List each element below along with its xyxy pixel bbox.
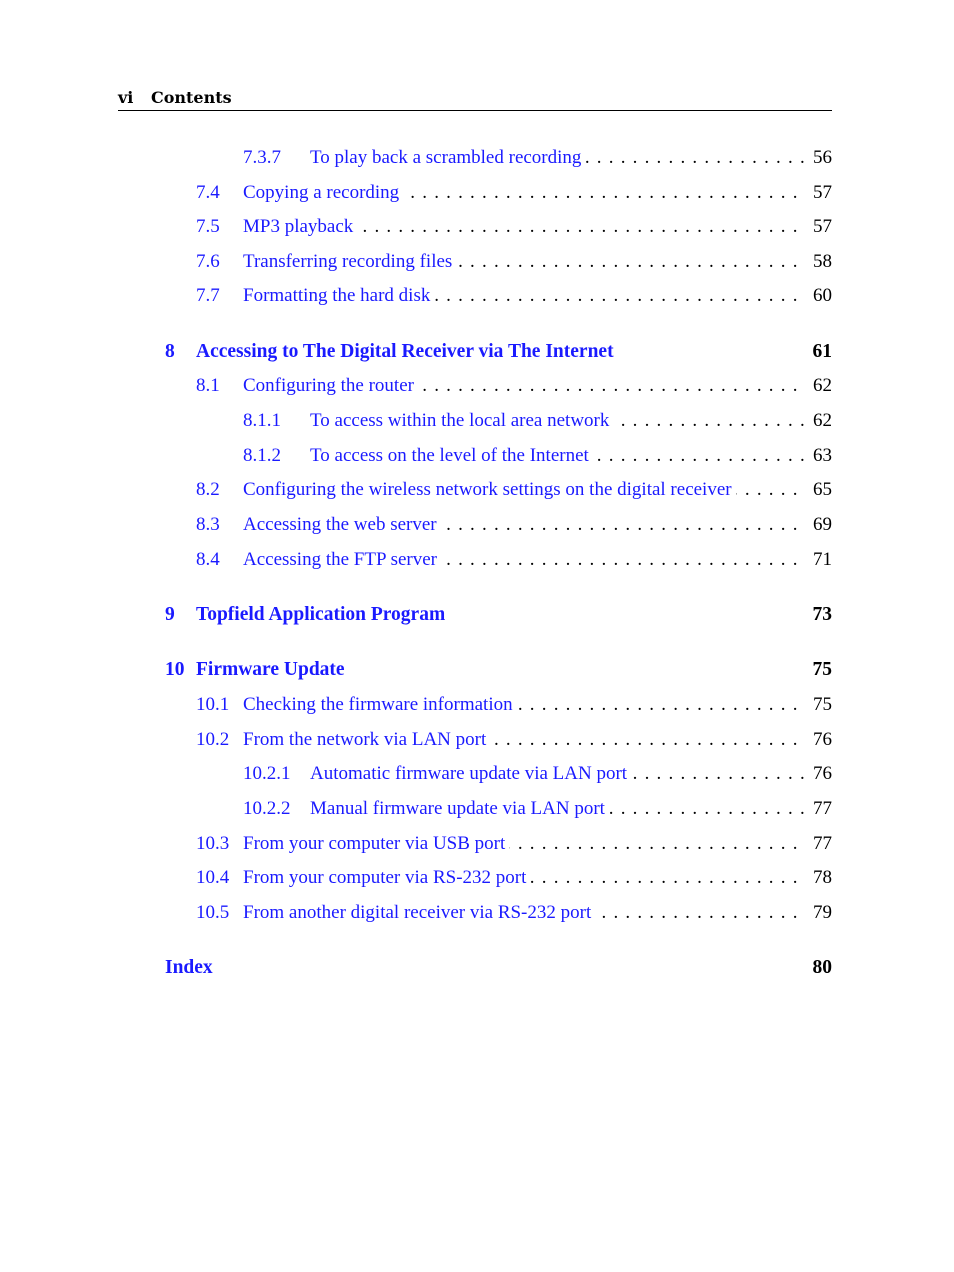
toc-section-entry[interactable]: ........................................…	[0, 479, 954, 507]
entry-number[interactable]: 10.1	[196, 694, 230, 716]
entry-number[interactable]: 10.5	[196, 902, 230, 924]
entry-title-link[interactable]: From your computer via RS-232 port	[243, 867, 531, 889]
toc-subsection-entry[interactable]: ........................................…	[0, 445, 954, 473]
entry-page-number: 76	[807, 729, 832, 751]
entry-page-number: 73	[806, 604, 832, 626]
entry-page-number: 75	[806, 659, 832, 681]
entry-number[interactable]: 7.3.7	[243, 147, 281, 169]
entry-page-number: 62	[807, 410, 832, 432]
toc-subsection-entry[interactable]: ........................................…	[0, 798, 954, 826]
entry-page-number: 77	[807, 833, 832, 855]
entry-number[interactable]: 8.4	[196, 549, 220, 571]
toc-section-entry[interactable]: ........................................…	[0, 867, 954, 895]
entry-title-link[interactable]: Copying a recording	[243, 182, 404, 204]
entry-page-number: 62	[807, 375, 832, 397]
entry-page-number: 80	[806, 957, 832, 979]
entry-number[interactable]: 10.3	[196, 833, 230, 855]
entry-page-number: 65	[807, 479, 832, 501]
entry-page-number: 56	[807, 147, 832, 169]
toc-subsection-entry[interactable]: ........................................…	[0, 410, 954, 438]
entry-number[interactable]: 8.1.2	[243, 445, 281, 467]
entry-title-link[interactable]: To access within the local area network	[310, 410, 614, 432]
entry-title-link[interactable]: Topfield Application Program	[196, 604, 450, 626]
entry-number[interactable]: 9	[165, 604, 175, 626]
entry-number[interactable]: 8	[165, 341, 175, 363]
entry-title-link[interactable]: To play back a scrambled recording	[310, 147, 586, 169]
entry-number[interactable]: 7.4	[196, 182, 220, 204]
entry-title-link[interactable]: To access on the level of the Internet	[310, 445, 593, 467]
entry-title-link[interactable]: Configuring the router	[243, 375, 418, 397]
entry-title-link[interactable]: Index	[165, 957, 217, 979]
entry-number[interactable]: 8.1	[196, 375, 220, 397]
toc-section-entry[interactable]: ........................................…	[0, 833, 954, 861]
entry-number[interactable]: 8.1.1	[243, 410, 281, 432]
entry-number[interactable]: 10.2	[196, 729, 230, 751]
entry-page-number: 71	[807, 549, 832, 571]
toc-subsection-entry[interactable]: ........................................…	[0, 147, 954, 175]
entry-title-link[interactable]: Manual firmware update via LAN port	[310, 798, 609, 820]
toc-section-entry[interactable]: ........................................…	[0, 549, 954, 577]
entry-title-link[interactable]: Accessing the FTP server	[243, 549, 441, 571]
entry-number[interactable]: 7.6	[196, 251, 220, 273]
entry-page-number: 61	[806, 341, 832, 363]
entry-number[interactable]: 8.2	[196, 479, 220, 501]
entry-title-link[interactable]: Accessing the web server	[243, 514, 441, 536]
entry-title-link[interactable]: From the network via LAN port	[243, 729, 491, 751]
entry-page-number: 60	[807, 285, 832, 307]
header-title: Contents	[151, 88, 232, 107]
entry-title-link[interactable]: Transferring recording files	[243, 251, 457, 273]
entry-title-link[interactable]: Configuring the wireless network setting…	[243, 479, 736, 501]
entry-page-number: 77	[807, 798, 832, 820]
toc-section-entry[interactable]: ........................................…	[0, 729, 954, 757]
entry-number[interactable]: 10	[165, 659, 185, 681]
toc-chapter-entry[interactable]: Index 80	[0, 957, 954, 985]
entry-page-number: 79	[807, 902, 832, 924]
entry-title-link[interactable]: Checking the firmware information	[243, 694, 517, 716]
entry-title-link[interactable]: Automatic firmware update via LAN port	[310, 763, 632, 785]
toc-section-entry[interactable]: ........................................…	[0, 216, 954, 244]
entry-title-link[interactable]: Formatting the hard disk	[243, 285, 435, 307]
entry-page-number: 69	[807, 514, 832, 536]
entry-page-number: 57	[807, 182, 832, 204]
entry-number[interactable]: 7.5	[196, 216, 220, 238]
toc-chapter-entry[interactable]: 10 Firmware Update 75	[0, 659, 954, 687]
entry-number[interactable]: 10.2.2	[243, 798, 291, 820]
toc-section-entry[interactable]: ........................................…	[0, 514, 954, 542]
entry-title-link[interactable]: From your computer via USB port	[243, 833, 510, 855]
entry-number[interactable]: 10.2.1	[243, 763, 291, 785]
entry-page-number: 57	[807, 216, 832, 238]
entry-title-link[interactable]: From another digital receiver via RS-232…	[243, 902, 596, 924]
toc-chapter-entry[interactable]: 8 Accessing to The Digital Receiver via T…	[0, 341, 954, 369]
running-header: vi Contents	[118, 86, 832, 111]
toc-section-entry[interactable]: ........................................…	[0, 251, 954, 279]
toc-section-entry[interactable]: ........................................…	[0, 375, 954, 403]
entry-number[interactable]: 10.4	[196, 867, 230, 889]
entry-page-number: 76	[807, 763, 832, 785]
entry-number[interactable]: 7.7	[196, 285, 220, 307]
entry-page-number: 75	[807, 694, 832, 716]
toc-chapter-entry[interactable]: 9 Topfield Application Program 73	[0, 604, 954, 632]
entry-number[interactable]: 8.3	[196, 514, 220, 536]
toc-section-entry[interactable]: ........................................…	[0, 285, 954, 313]
entry-page-number: 58	[807, 251, 832, 273]
toc-section-entry[interactable]: ........................................…	[0, 694, 954, 722]
entry-page-number: 78	[807, 867, 832, 889]
entry-title-link[interactable]: Firmware Update	[196, 659, 349, 681]
entry-page-number: 63	[807, 445, 832, 467]
entry-title-link[interactable]: MP3 playback	[243, 216, 358, 238]
page-number: vi	[118, 88, 134, 107]
toc-subsection-entry[interactable]: ........................................…	[0, 763, 954, 791]
toc-section-entry[interactable]: ........................................…	[0, 902, 954, 930]
toc-section-entry[interactable]: ........................................…	[0, 182, 954, 210]
entry-title-link[interactable]: Accessing to The Digital Receiver via Th…	[196, 341, 618, 363]
